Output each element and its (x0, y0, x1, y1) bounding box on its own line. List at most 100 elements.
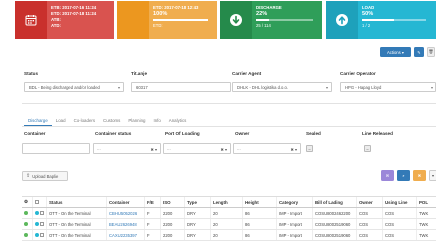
header-pol[interactable]: POL (416, 197, 436, 207)
select-all-checkbox[interactable] (35, 200, 39, 204)
cell-using-line: COS (382, 219, 416, 229)
operator-label: Carrier Operator (340, 71, 376, 76)
status-select[interactable]: BDL - Being discharged and/or loaded ▾ (24, 82, 124, 92)
terminal-input[interactable]: 60317 (131, 82, 231, 92)
agent-label: Carrier Agent (232, 71, 262, 76)
cell-iso: 2200 (160, 208, 184, 218)
header-iso[interactable]: ISO (160, 197, 184, 207)
progress-bar (256, 19, 314, 21)
container-status-select[interactable]: ... ✖ ▾ (93, 143, 161, 154)
divider (22, 103, 436, 104)
cell-pol: TWK (416, 219, 436, 229)
cell-category: IMP - Import (276, 230, 312, 240)
cell-container-link[interactable]: BEAU2626948 (106, 219, 144, 229)
card-line: ETD: (153, 22, 163, 28)
status-dot-icon (24, 233, 28, 237)
tab-divider (22, 126, 436, 127)
header-bill-of-lading[interactable]: Bill of Lading (312, 197, 356, 207)
header-owner[interactable]: Owner (356, 197, 382, 207)
cell-height: 86 (242, 230, 276, 240)
gear-icon: ⚙ (24, 199, 28, 204)
cell-owner: COS (356, 208, 382, 218)
cell-owner: COS (356, 230, 382, 240)
header-using-line[interactable]: Using Line (382, 197, 416, 207)
upload-baplie-button[interactable]: ⇪ Upload Baplie (22, 171, 68, 181)
table-row[interactable]: OTT - On the Terminal CBHU5052026 F 2200… (22, 208, 436, 219)
chevron-down-icon: ▾ (117, 85, 120, 90)
cell-length: 20 (210, 230, 242, 240)
cell-iso: 2200 (160, 219, 184, 229)
upload-icon: ⇪ (26, 173, 31, 179)
cell-status: OTT - On the Terminal (46, 208, 106, 218)
operator-value: HPG - Hapag Lloyd (345, 84, 382, 90)
top-actions: Actions ▾ ✎ 🗑 (380, 47, 435, 57)
tab-discharge[interactable]: Discharge (24, 116, 52, 126)
clear-icon[interactable]: ✖ ▾ (221, 147, 227, 152)
tab-analytics[interactable]: Analytics (165, 116, 191, 126)
line-released-toggle[interactable]: – (364, 145, 371, 152)
port-of-loading-select[interactable]: ... ✖ ▾ (163, 143, 231, 154)
header-height[interactable]: Height (242, 197, 276, 207)
cell-bill-of-lading: COSU8002519060 (312, 219, 356, 229)
row-checkbox[interactable] (40, 233, 45, 237)
row-checkbox[interactable] (40, 211, 45, 215)
header-settings[interactable]: ⚙ (22, 197, 32, 207)
tab-co-loaders[interactable]: Co-loaders (70, 116, 99, 126)
owner-label: Owner (235, 131, 250, 136)
edit-icon[interactable]: ✎ (414, 47, 424, 57)
cell-height: 86 (242, 219, 276, 229)
clear-icon[interactable]: ✖ ▾ (291, 147, 297, 152)
terminal-value: 60317 (136, 84, 148, 90)
arrow-down-circle-icon (230, 14, 242, 26)
cell-status: OTT - On the Terminal (46, 230, 106, 240)
row-checkbox[interactable] (40, 222, 45, 226)
header-select[interactable] (32, 197, 46, 207)
sealed-toggle[interactable]: – (306, 145, 313, 152)
arrow-up-circle-icon (336, 14, 348, 26)
table-row[interactable]: OTT - On the Terminal BEAU2626948 F 2200… (22, 219, 436, 230)
cell-container-link[interactable]: CAXU2235397 (106, 230, 144, 240)
delete-icon[interactable]: 🗑 (427, 47, 435, 57)
header-length[interactable]: Length (210, 197, 242, 207)
chevron-down-icon: ▾ (430, 85, 433, 90)
tab-customs[interactable]: Customs (99, 116, 124, 126)
operator-select[interactable]: HPG - Hapag Lloyd ▾ (340, 82, 436, 92)
table-header: ⚙ Status Container F/E ISO Type Length H… (22, 196, 436, 208)
actions-button[interactable]: Actions ▾ (380, 47, 411, 57)
card-line: ATD: (51, 23, 61, 28)
progress-bar (362, 19, 427, 21)
header-container[interactable]: Container (106, 197, 144, 207)
container-search-input[interactable] (22, 143, 90, 154)
header-category[interactable]: Category (276, 197, 312, 207)
cell-pol: TWK (416, 230, 436, 240)
clear-icon[interactable]: ✖ ▾ (151, 147, 157, 152)
tab-planning[interactable]: Planning (124, 116, 149, 126)
cell-length: 20 (210, 208, 242, 218)
status-dot-icon (35, 233, 39, 237)
cell-pol: TWK (416, 208, 436, 218)
upload-label: Upload Baplie (32, 173, 59, 179)
tab-load[interactable]: Load (52, 116, 70, 126)
mail-icon[interactable]: ✉ (381, 170, 394, 181)
terminal-label: Tit.anje (131, 71, 147, 76)
owner-select[interactable]: ... ✖ ▾ (233, 143, 301, 154)
agent-select[interactable]: DHLK - DHL logistika d.o.o. ▾ (232, 82, 332, 92)
card-discharge: DISCHARGE 22% 25 / 114 (220, 1, 322, 39)
tab-info[interactable]: Info (149, 116, 164, 126)
card-etd: ETD: 2017-07-18 12:43 100% ETD: (117, 1, 217, 39)
card-percent: 100% (153, 11, 168, 17)
search-icon[interactable]: ⌕ (397, 170, 410, 181)
cell-type: DRY (184, 230, 210, 240)
card-line: 1 / 2 (362, 22, 371, 28)
sealed-label: Sealed (306, 131, 321, 136)
status-dot-icon (24, 211, 28, 215)
table-row[interactable]: OTT - On the Terminal CAXU2235397 F 2200… (22, 230, 436, 241)
port-of-loading-label: Port Of Loading (165, 131, 200, 136)
header-type[interactable]: Type (184, 197, 210, 207)
close-icon[interactable]: ✖ (413, 170, 426, 181)
port-placeholder: ... (167, 146, 171, 151)
cell-container-link[interactable]: CBHU5052026 (106, 208, 144, 218)
chevron-down-icon[interactable]: ▾ (429, 170, 436, 181)
header-fe[interactable]: F/E (144, 197, 160, 207)
header-status[interactable]: Status (46, 197, 106, 207)
